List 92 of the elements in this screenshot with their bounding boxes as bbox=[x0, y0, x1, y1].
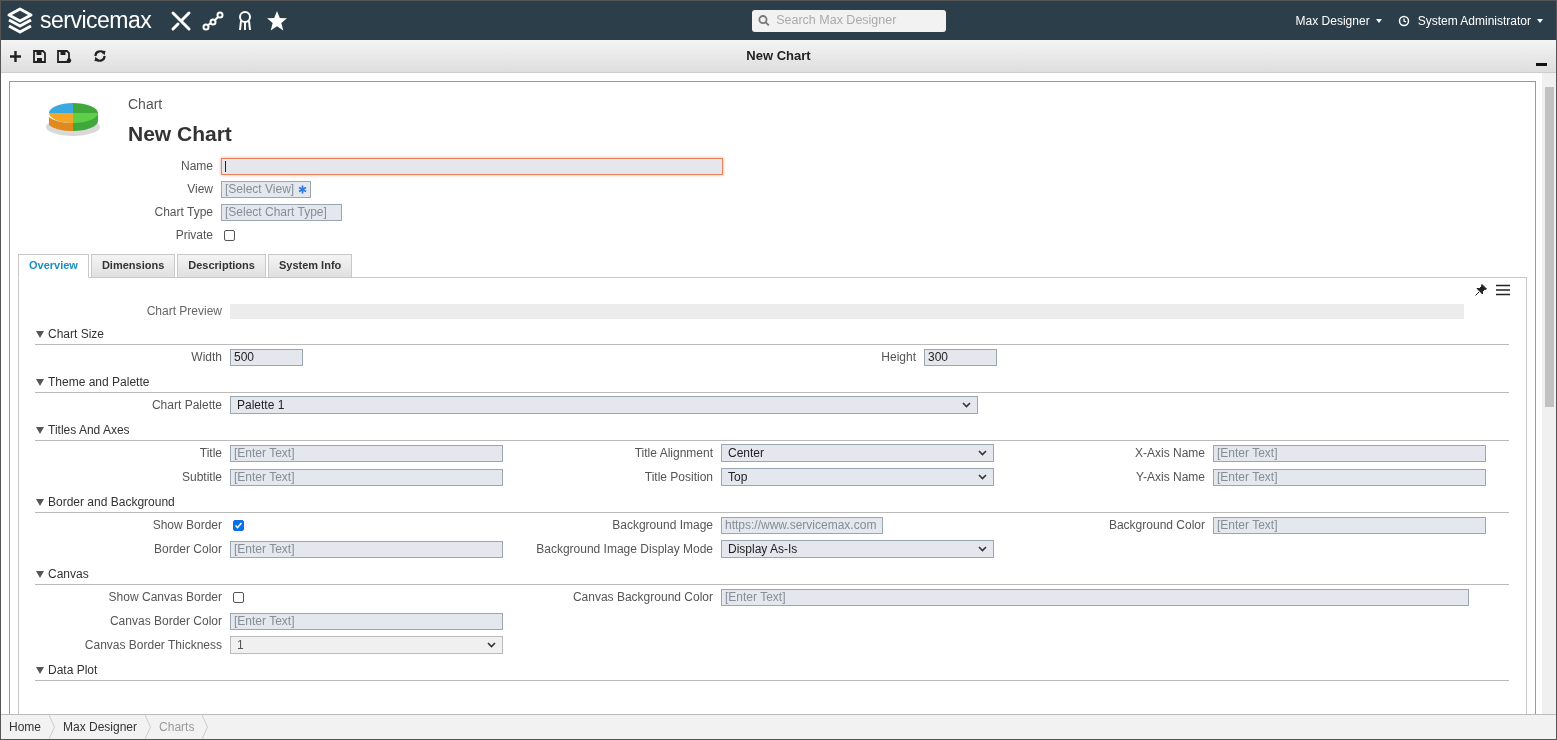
logo-icon bbox=[6, 6, 34, 35]
input-field[interactable]: [Select Chart Type] bbox=[221, 203, 342, 221]
collapse-triangle-icon bbox=[36, 570, 44, 578]
field-label: Chart Palette bbox=[150, 397, 223, 414]
tab[interactable]: System Info bbox=[267, 253, 353, 278]
breadcrumb-link[interactable]: Home bbox=[1, 715, 49, 739]
input-field[interactable]: [Enter Text] bbox=[230, 612, 503, 630]
field-label: Name bbox=[180, 158, 214, 175]
field-label: Title Alignment bbox=[633, 445, 714, 462]
field-label: Show Border bbox=[151, 517, 223, 534]
input-field[interactable]: [Enter Text] bbox=[1213, 468, 1486, 486]
tab[interactable]: Dimensions bbox=[90, 253, 176, 278]
collapse-triangle-icon bbox=[36, 330, 44, 338]
save-as-icon[interactable] bbox=[57, 49, 72, 63]
checkbox[interactable] bbox=[233, 591, 244, 603]
input-field[interactable]: [Enter Text] bbox=[1213, 516, 1486, 534]
input-field[interactable]: [Enter Text] bbox=[230, 540, 503, 558]
field-label: Show Canvas Border bbox=[107, 589, 223, 606]
record-type: Chart bbox=[128, 95, 164, 113]
dropdown[interactable]: Palette 1 bbox=[230, 396, 978, 414]
field-label: Width bbox=[190, 349, 223, 366]
section-header[interactable]: Canvas bbox=[35, 564, 1509, 585]
field-label: Height bbox=[880, 349, 917, 366]
section-header[interactable]: Border and Background bbox=[35, 492, 1509, 513]
input-field[interactable]: 500 bbox=[230, 348, 303, 366]
section-header[interactable]: Chart Size bbox=[35, 324, 1509, 345]
input-field[interactable]: [Enter Text] bbox=[1213, 444, 1486, 462]
caret-icon bbox=[1375, 18, 1382, 23]
chevron-icon bbox=[978, 450, 987, 456]
input-field[interactable]: [Enter Text] bbox=[230, 468, 503, 486]
input-field[interactable]: https://www.servicemax.com bbox=[721, 516, 883, 534]
lookup-field[interactable]: [Select View] bbox=[221, 180, 311, 198]
section-header[interactable]: Titles And Axes bbox=[35, 420, 1509, 441]
caret-icon bbox=[1537, 18, 1543, 23]
field-label: X-Axis Name bbox=[1134, 445, 1206, 462]
chevron-icon bbox=[962, 402, 971, 408]
field-label: Background Color bbox=[1107, 517, 1206, 534]
section-header[interactable]: Theme and Palette bbox=[35, 372, 1509, 393]
refresh-icon[interactable] bbox=[93, 49, 107, 63]
field-label: Canvas Border Thickness bbox=[83, 637, 223, 654]
field-label: Canvas Background Color bbox=[571, 589, 714, 606]
chevron-separator-icon bbox=[49, 715, 55, 739]
search-icon bbox=[758, 14, 771, 27]
collapse-triangle-icon bbox=[36, 378, 44, 386]
field-label: Background Image bbox=[611, 517, 714, 534]
user-menu[interactable]: Max Designer bbox=[1295, 11, 1382, 30]
field-label: Canvas Border Color bbox=[108, 613, 223, 630]
nodes-icon[interactable] bbox=[202, 9, 225, 32]
tab[interactable]: Overview bbox=[18, 253, 89, 278]
dropdown[interactable]: Center bbox=[721, 444, 994, 462]
checkbox[interactable] bbox=[233, 519, 244, 531]
checkbox[interactable] bbox=[224, 229, 235, 241]
field-label: Chart Type bbox=[153, 204, 214, 221]
field-label: Background Image Display Mode bbox=[535, 541, 714, 558]
add-icon[interactable] bbox=[9, 49, 22, 63]
history-icon bbox=[1397, 14, 1410, 27]
collapse-triangle-icon bbox=[36, 426, 44, 434]
star-icon[interactable] bbox=[266, 9, 289, 32]
field-label: Chart Preview bbox=[145, 303, 223, 320]
search-field[interactable]: Search Max Designer bbox=[752, 9, 947, 32]
scrollbar[interactable] bbox=[1542, 73, 1556, 714]
field-label: View bbox=[186, 181, 214, 198]
input-field[interactable]: 300 bbox=[924, 348, 997, 366]
chevron-icon bbox=[487, 642, 496, 648]
field-label: Title bbox=[198, 445, 223, 462]
user-menu[interactable]: System Administrator bbox=[1397, 11, 1543, 30]
chevron-icon bbox=[978, 474, 987, 480]
menu-icon[interactable] bbox=[1496, 283, 1510, 296]
record-title: New Chart bbox=[128, 121, 232, 147]
dropdown[interactable]: Display As-Is bbox=[721, 540, 994, 558]
collapse-triangle-icon bbox=[36, 498, 44, 506]
brand-name: servicemax bbox=[40, 6, 152, 36]
section-header[interactable]: Data Plot bbox=[35, 660, 1509, 681]
save-icon[interactable] bbox=[33, 49, 46, 63]
field-label: Border Color bbox=[152, 541, 223, 558]
breadcrumb-link[interactable]: Max Designer bbox=[55, 715, 146, 739]
chevron-icon bbox=[978, 546, 987, 552]
input-field[interactable] bbox=[221, 157, 723, 175]
field-label: Subtitle bbox=[180, 469, 223, 486]
dropdown[interactable]: Top bbox=[721, 468, 994, 486]
tab[interactable]: Descriptions bbox=[177, 253, 266, 278]
pin-icon[interactable] bbox=[1475, 283, 1487, 296]
input-field[interactable]: [Enter Text] bbox=[230, 444, 503, 462]
page-title: New Chart bbox=[746, 48, 811, 64]
field-label: Y-Axis Name bbox=[1135, 469, 1206, 486]
input-field[interactable]: [Enter Text] bbox=[721, 588, 1469, 606]
field-label: Private bbox=[174, 227, 214, 244]
chevron-separator-icon bbox=[202, 715, 209, 739]
asterisk-icon[interactable] bbox=[298, 184, 307, 194]
collapse-triangle-icon bbox=[36, 666, 44, 674]
chevron-separator-icon bbox=[145, 715, 152, 739]
field-label: Title Position bbox=[643, 469, 714, 486]
